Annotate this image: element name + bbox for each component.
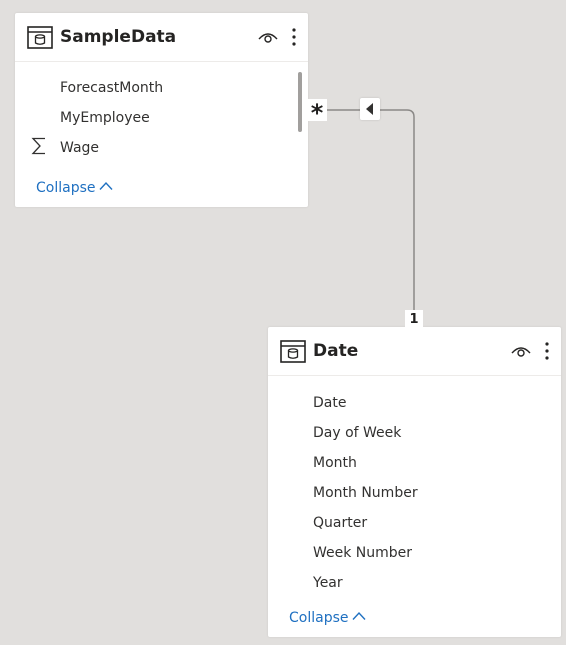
collapse-button[interactable]: Collapse bbox=[289, 608, 366, 628]
table-card-sampledata[interactable]: SampleData ForecastMonth MyEmployee Wage… bbox=[15, 13, 308, 207]
field-item[interactable]: Month Number bbox=[313, 483, 418, 503]
table-card-header[interactable]: SampleData bbox=[15, 13, 308, 62]
field-item[interactable]: MyEmployee bbox=[60, 108, 150, 128]
field-item[interactable]: Week Number bbox=[313, 543, 412, 563]
collapse-label: Collapse bbox=[289, 610, 349, 626]
table-card-date[interactable]: Date Date Day of Week Month Month Number… bbox=[268, 327, 561, 637]
chevron-up-icon bbox=[98, 181, 113, 190]
scrollbar[interactable] bbox=[298, 72, 302, 132]
filter-direction-button[interactable] bbox=[360, 98, 380, 120]
field-item[interactable]: Date bbox=[313, 393, 346, 413]
table-title: SampleData bbox=[60, 27, 177, 47]
field-item[interactable]: Wage bbox=[60, 138, 99, 158]
collapse-button[interactable]: Collapse bbox=[36, 178, 113, 198]
eye-icon[interactable] bbox=[511, 344, 531, 358]
table-card-header[interactable]: Date bbox=[268, 327, 561, 376]
field-item[interactable]: Month bbox=[313, 453, 357, 473]
table-title: Date bbox=[313, 341, 359, 361]
sigma-icon bbox=[31, 137, 45, 155]
field-item[interactable]: Year bbox=[313, 573, 343, 593]
cardinality-one-marker: 1 bbox=[405, 310, 423, 328]
collapse-label: Collapse bbox=[36, 180, 96, 196]
table-icon bbox=[27, 26, 53, 49]
eye-icon[interactable] bbox=[258, 30, 278, 44]
more-options-icon[interactable] bbox=[292, 27, 296, 47]
field-item[interactable]: ForecastMonth bbox=[60, 78, 163, 98]
cardinality-many-marker: * bbox=[307, 99, 327, 127]
field-item[interactable]: Day of Week bbox=[313, 423, 401, 443]
more-options-icon[interactable] bbox=[545, 341, 549, 361]
filter-direction-arrow-icon bbox=[366, 103, 373, 115]
chevron-up-icon bbox=[351, 611, 366, 620]
table-icon bbox=[280, 340, 306, 363]
field-item[interactable]: Quarter bbox=[313, 513, 367, 533]
